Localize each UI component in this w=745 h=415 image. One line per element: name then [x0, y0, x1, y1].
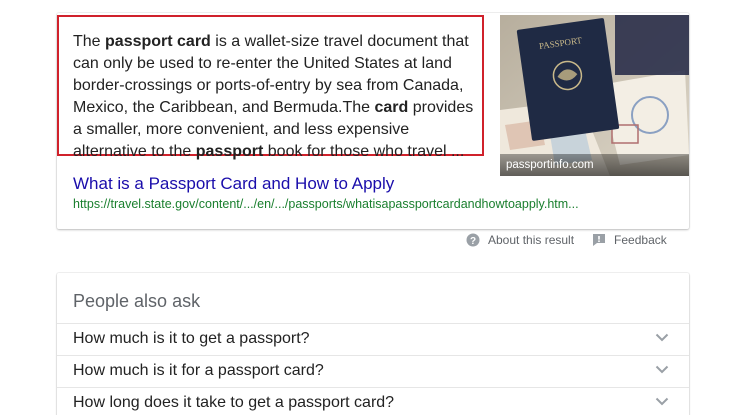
- about-label: About this result: [488, 233, 575, 247]
- snippet-text-segment: The: [73, 33, 106, 50]
- feedback-icon: [593, 234, 606, 246]
- feedback-button[interactable]: Feedback: [592, 233, 667, 247]
- paa-question-item[interactable]: How much is it for a passport card?: [57, 355, 689, 387]
- passport-image[interactable]: PASSPORT passportinfo.com: [500, 15, 689, 176]
- image-caption[interactable]: passportinfo.com: [500, 154, 689, 176]
- snippet-bold-term: passport card: [105, 33, 211, 50]
- help-icon: ?: [466, 233, 480, 247]
- people-also-ask-title: People also ask: [73, 291, 201, 311]
- paa-question-text: How much is it to get a passport?: [73, 330, 310, 347]
- snippet-bold-term: passport: [195, 143, 264, 160]
- paa-question-text: How long does it take to get a passport …: [73, 394, 395, 411]
- svg-text:?: ?: [470, 236, 476, 247]
- featured-snippet-card: The passport card is a wallet-size trave…: [57, 13, 689, 229]
- paa-question-item[interactable]: How long does it take to get a passport …: [57, 387, 689, 415]
- result-title-link[interactable]: What is a Passport Card and How to Apply: [73, 174, 394, 194]
- people-also-ask-card: People also ask How much is it to get a …: [57, 273, 689, 415]
- feedback-label: Feedback: [614, 233, 667, 247]
- paa-question-item[interactable]: How much is it to get a passport?: [57, 323, 689, 355]
- about-this-result-button[interactable]: ? About this result: [466, 233, 574, 247]
- search-results-page: The passport card is a wallet-size trave…: [0, 0, 745, 415]
- about-row: ? About this result Feedback: [466, 233, 667, 247]
- chevron-down-icon[interactable]: [655, 365, 669, 374]
- chevron-down-icon[interactable]: [655, 333, 669, 342]
- snippet-bold-term: card: [374, 99, 409, 116]
- result-url: https://travel.state.gov/content/.../en/…: [73, 197, 579, 211]
- paa-question-text: How much is it for a passport card?: [73, 362, 324, 379]
- passport-illustration: PASSPORT: [500, 15, 689, 176]
- snippet-text: The passport card is a wallet-size trave…: [73, 31, 483, 163]
- snippet-text-segment: book for those who travel ...: [263, 143, 465, 160]
- chevron-down-icon[interactable]: [655, 397, 669, 406]
